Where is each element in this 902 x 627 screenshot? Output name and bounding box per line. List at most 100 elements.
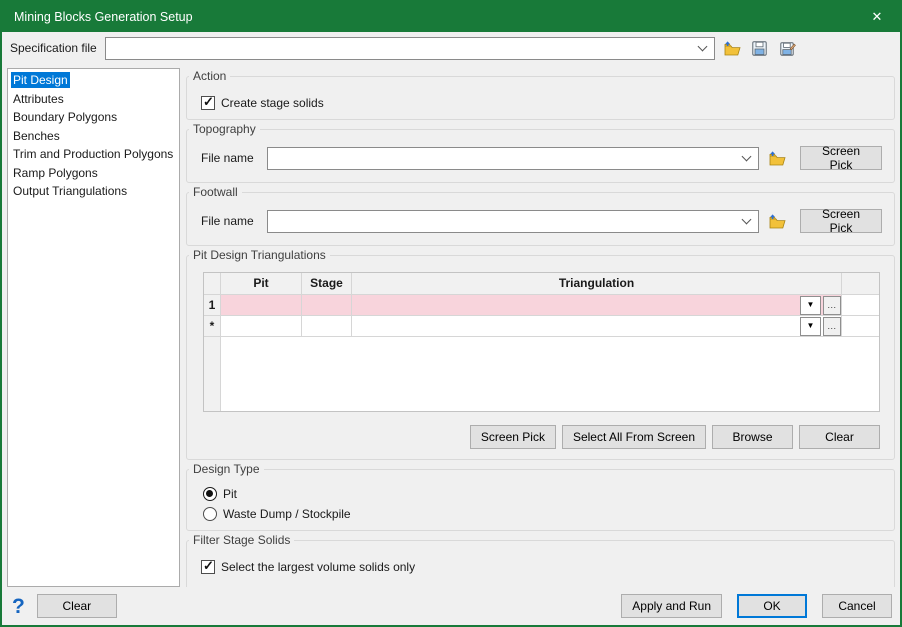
topography-file-combobox[interactable]: [267, 147, 759, 170]
close-button[interactable]: [854, 2, 900, 32]
triangulations-button-row: Screen Pick Select All From Screen Brows…: [203, 425, 880, 449]
save-specification-button[interactable]: [749, 37, 771, 59]
ok-button[interactable]: OK: [737, 594, 807, 618]
footwall-group: Footwall File name: [186, 192, 895, 246]
row-header[interactable]: *: [204, 316, 221, 337]
radio-icon[interactable]: [203, 507, 217, 521]
sidebar-item-label: Trim and Production Polygons: [11, 146, 175, 162]
sidebar-item-label: Ramp Polygons: [11, 165, 100, 181]
sidebar-item-label: Output Triangulations: [11, 183, 129, 199]
chevron-down-icon[interactable]: [697, 41, 707, 51]
triangulation-cell[interactable]: ▼ ...: [352, 295, 842, 316]
dialog-body: Pit Design Attributes Boundary Polygons …: [2, 64, 900, 589]
sidebar-item-label: Pit Design: [11, 72, 70, 88]
browse-button[interactable]: Browse: [712, 425, 793, 449]
sidebar-item-ramp-polygons[interactable]: Ramp Polygons: [9, 164, 179, 183]
footer-bar: ? Clear Apply and Run OK Cancel: [2, 589, 900, 625]
checkbox-icon[interactable]: [201, 560, 215, 574]
folder-open-icon: [723, 41, 741, 56]
triangulation-browse-button[interactable]: ...: [823, 317, 841, 336]
checkbox-label: Select the largest volume solids only: [221, 560, 415, 574]
triangulations-table: Pit Stage Triangulation 1 ▼ ...: [203, 272, 880, 412]
clear-table-button[interactable]: Clear: [799, 425, 880, 449]
triangulation-dropdown-button[interactable]: ▼: [800, 296, 821, 315]
header-cell-pit: Pit: [221, 273, 302, 295]
specification-file-row: Specification file: [2, 32, 900, 64]
header-cell-triangulation: Triangulation: [352, 273, 842, 295]
save-as-specification-button[interactable]: [777, 37, 799, 59]
topography-file-input[interactable]: [268, 148, 739, 169]
checkbox-icon[interactable]: [201, 96, 215, 110]
close-icon: [872, 9, 883, 25]
group-title: Pit Design Triangulations: [189, 248, 330, 262]
file-name-label: File name: [201, 214, 259, 228]
sidebar-item-attributes[interactable]: Attributes: [9, 90, 179, 109]
screen-pick-button[interactable]: Screen Pick: [470, 425, 556, 449]
pages-listbox: Pit Design Attributes Boundary Polygons …: [7, 68, 180, 587]
design-type-waste-dump-radio-row[interactable]: Waste Dump / Stockpile: [203, 504, 884, 524]
window-title: Mining Blocks Generation Setup: [2, 10, 193, 24]
group-title: Footwall: [189, 185, 242, 199]
sidebar-item-label: Benches: [11, 128, 62, 144]
radio-label: Pit: [223, 487, 237, 501]
chevron-down-icon[interactable]: [742, 214, 752, 224]
specification-file-input[interactable]: [106, 38, 695, 59]
table-row-new: * ▼ ...: [204, 316, 879, 337]
ellipsis-icon: ...: [827, 301, 836, 310]
sidebar-item-output-triangulations[interactable]: Output Triangulations: [9, 182, 179, 201]
sidebar-item-pit-design[interactable]: Pit Design: [9, 71, 179, 90]
open-specification-button[interactable]: [721, 37, 743, 59]
folder-open-icon: [768, 214, 786, 229]
design-type-pit-radio-row[interactable]: Pit: [203, 484, 884, 504]
clear-button[interactable]: Clear: [37, 594, 117, 618]
action-group: Action Create stage solids: [186, 76, 895, 120]
header-cell-stage: Stage: [302, 273, 352, 295]
group-title: Filter Stage Solids: [189, 533, 294, 547]
footwall-screen-pick-button[interactable]: Screen Pick: [800, 209, 882, 233]
checkbox-label: Create stage solids: [221, 96, 324, 110]
save-icon: [752, 41, 767, 56]
dropdown-arrow-icon: ▼: [807, 322, 815, 330]
sidebar-item-benches[interactable]: Benches: [9, 127, 179, 146]
footwall-file-combobox[interactable]: [267, 210, 759, 233]
header-cell-rowhdr: [204, 273, 221, 295]
select-all-from-screen-button[interactable]: Select All From Screen: [562, 425, 706, 449]
apply-and-run-button[interactable]: Apply and Run: [621, 594, 722, 618]
largest-volume-solids-checkbox-row[interactable]: Select the largest volume solids only: [201, 557, 884, 577]
topography-screen-pick-button[interactable]: Screen Pick: [800, 146, 882, 170]
row-header[interactable]: 1: [204, 295, 221, 316]
filler-cell: [842, 316, 879, 337]
cancel-button[interactable]: Cancel: [822, 594, 892, 618]
help-icon[interactable]: ?: [12, 596, 25, 617]
triangulation-browse-button[interactable]: ...: [823, 296, 841, 315]
triangulation-cell[interactable]: ▼ ...: [352, 316, 842, 337]
group-title: Design Type: [189, 462, 264, 476]
group-title: Topography: [189, 122, 260, 136]
specification-file-label: Specification file: [10, 41, 97, 55]
header-cell-filler: [842, 273, 879, 295]
footwall-file-input[interactable]: [268, 211, 739, 232]
footwall-browse-folder-button[interactable]: [766, 210, 788, 232]
create-stage-solids-checkbox-row[interactable]: Create stage solids: [201, 93, 884, 113]
sidebar-item-label: Boundary Polygons: [11, 109, 119, 125]
stage-cell[interactable]: [302, 295, 352, 316]
sidebar-item-boundary-polygons[interactable]: Boundary Polygons: [9, 108, 179, 127]
table-header-row: Pit Stage Triangulation: [204, 273, 879, 295]
pit-design-triangulations-group: Pit Design Triangulations Pit Stage Tria…: [186, 255, 895, 460]
triangulation-dropdown-button[interactable]: ▼: [800, 317, 821, 336]
topography-browse-folder-button[interactable]: [766, 147, 788, 169]
sidebar-item-label: Attributes: [11, 91, 66, 107]
radio-icon[interactable]: [203, 487, 217, 501]
pit-cell[interactable]: [221, 295, 302, 316]
stage-cell[interactable]: [302, 316, 352, 337]
specification-file-combobox[interactable]: [105, 37, 715, 60]
table-empty-area: [204, 337, 879, 411]
pit-cell[interactable]: [221, 316, 302, 337]
dropdown-arrow-icon: ▼: [807, 301, 815, 309]
sidebar-item-trim-production-polygons[interactable]: Trim and Production Polygons: [9, 145, 179, 164]
dialog-window: Mining Blocks Generation Setup Specifica…: [0, 0, 902, 627]
topography-group: Topography File name: [186, 129, 895, 183]
filter-stage-solids-group: Filter Stage Solids Select the largest v…: [186, 540, 895, 587]
chevron-down-icon[interactable]: [742, 151, 752, 161]
settings-panel: Action Create stage solids Topography Fi…: [186, 68, 895, 587]
